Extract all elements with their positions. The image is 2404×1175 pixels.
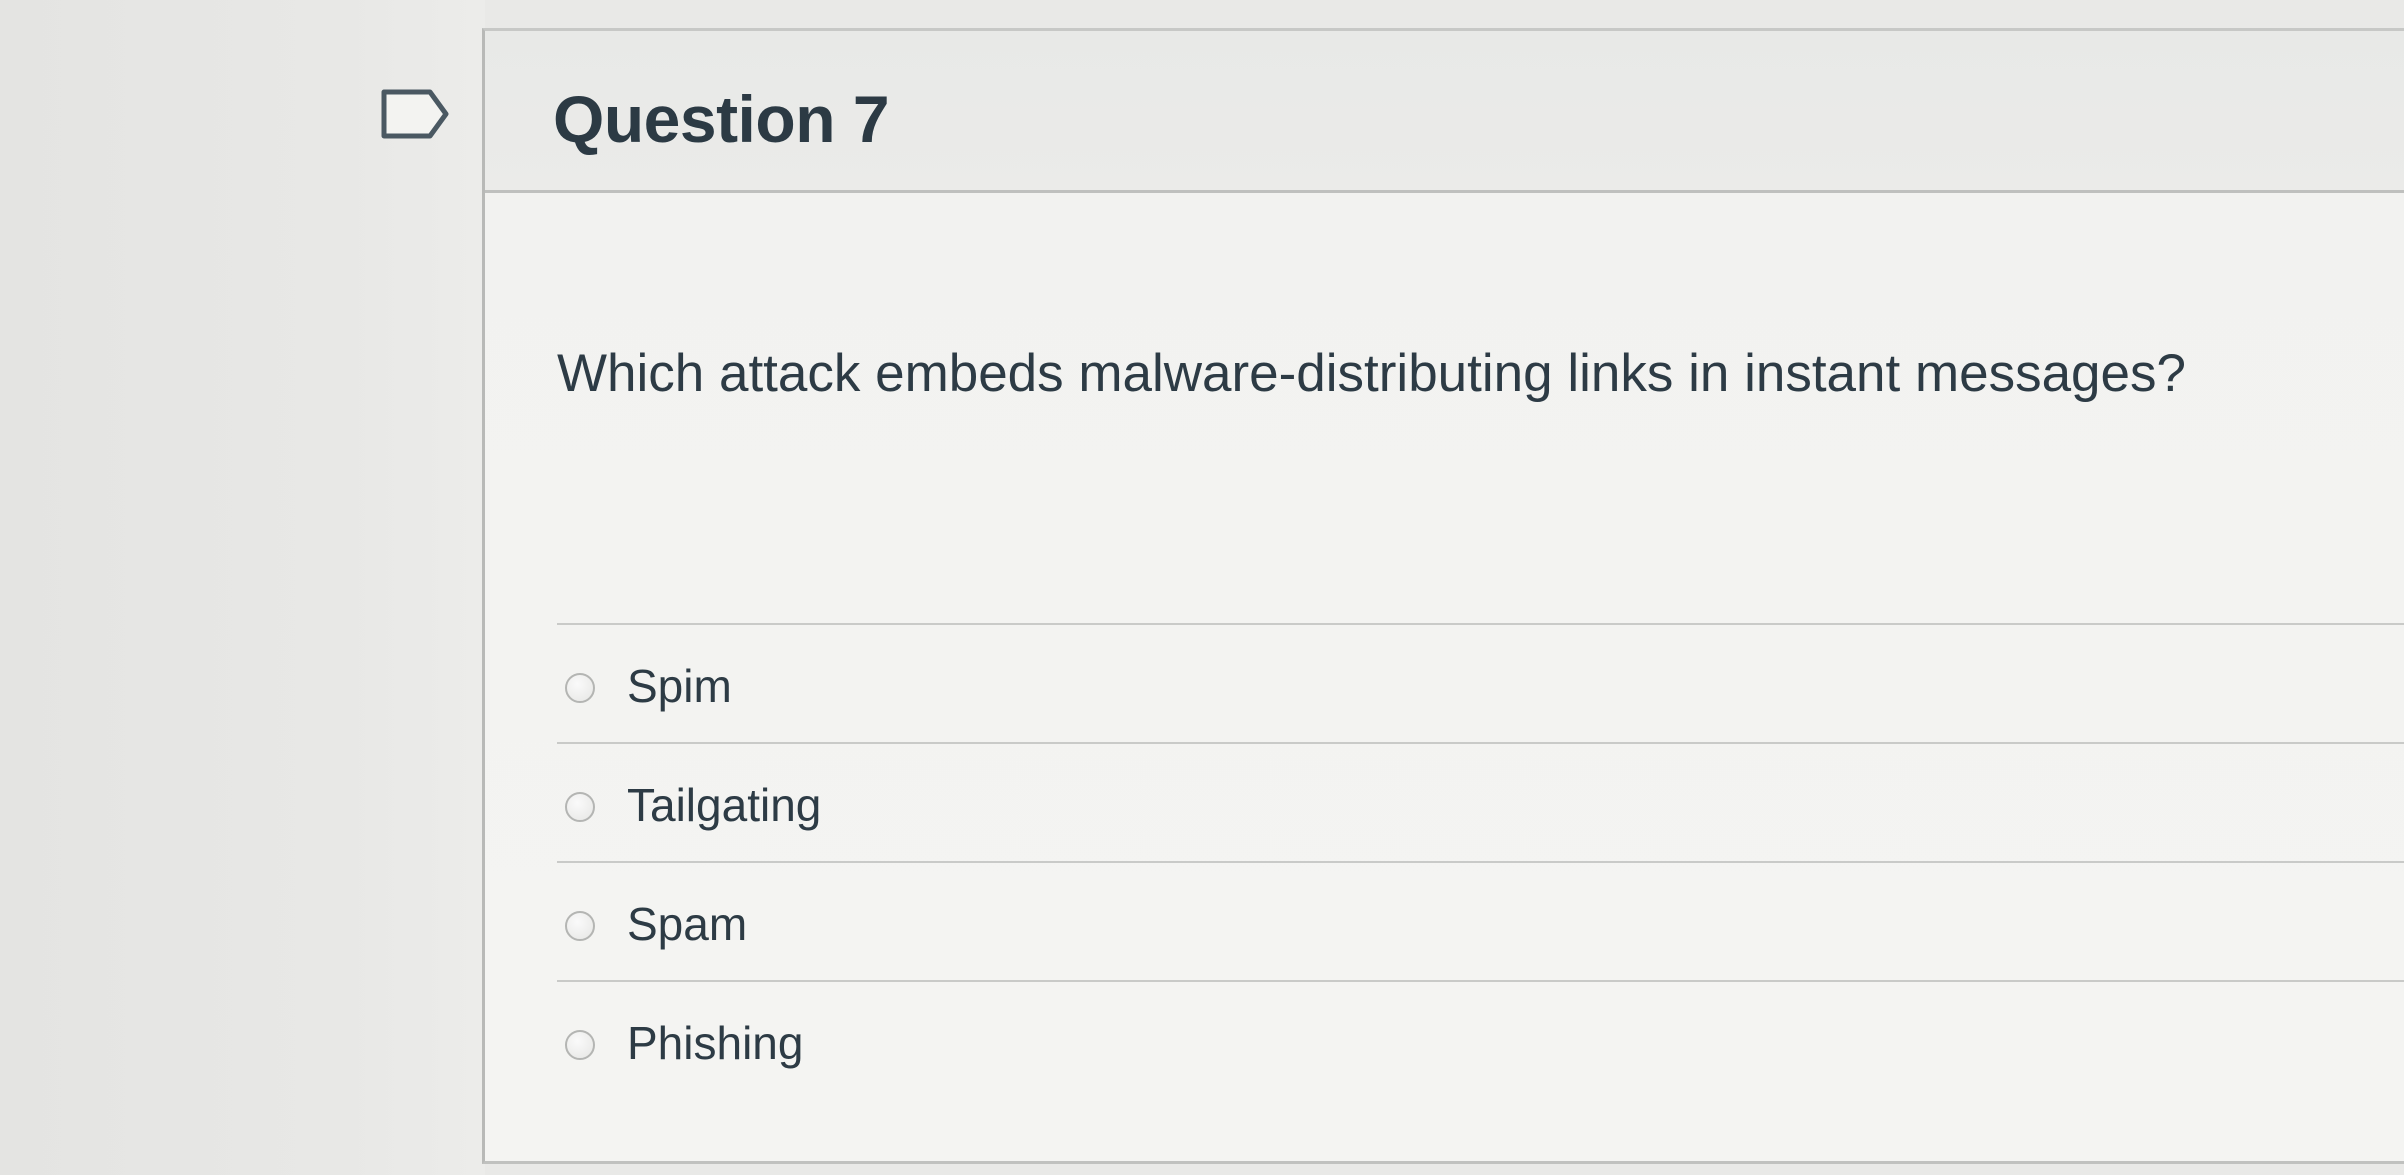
answer-option-spim[interactable]: Spim (557, 625, 2404, 744)
flag-question-icon[interactable] (380, 88, 452, 140)
question-title: Question 7 (553, 82, 890, 156)
answer-label[interactable]: Spam (627, 897, 747, 951)
question-body: Which attack embeds malware-distributing… (485, 193, 2404, 1153)
answer-list: Spim Tailgating Spam Phishing (557, 623, 2404, 1099)
radio-button[interactable] (565, 1030, 595, 1060)
answer-option-spam[interactable]: Spam (557, 863, 2404, 982)
radio-button[interactable] (565, 673, 595, 703)
radio-button[interactable] (565, 792, 595, 822)
question-card: Question 7 Which attack embeds malware-d… (482, 28, 2404, 1164)
flag-outline-icon (381, 89, 449, 139)
answer-option-tailgating[interactable]: Tailgating (557, 744, 2404, 863)
question-text: Which attack embeds malware-distributing… (557, 344, 2186, 403)
answer-label[interactable]: Tailgating (627, 778, 821, 832)
radio-button[interactable] (565, 911, 595, 941)
answer-option-phishing[interactable]: Phishing (557, 982, 2404, 1099)
question-header: Question 7 (485, 31, 2404, 193)
left-gutter (0, 0, 485, 1175)
answer-label[interactable]: Phishing (627, 1016, 803, 1070)
answer-label[interactable]: Spim (627, 659, 732, 713)
